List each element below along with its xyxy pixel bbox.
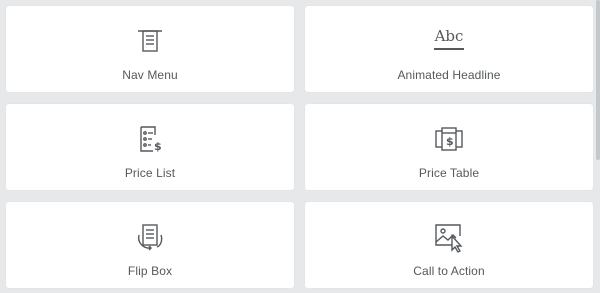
widget-label: Animated Headline [397,68,501,82]
price-table-icon: $ [433,123,465,155]
widgets-panel: Nav Menu Abc Animated Headline $ Price L… [0,0,600,293]
widget-call-to-action[interactable]: Call to Action [305,202,593,288]
nav-menu-icon [134,25,166,57]
widget-nav-menu[interactable]: Nav Menu [6,6,294,92]
widget-label: Price List [124,166,176,180]
animated-headline-icon: Abc [433,25,465,57]
call-to-action-icon [433,221,465,253]
price-list-icon: $ [134,123,166,155]
svg-text:$: $ [154,140,162,153]
flip-box-icon [134,221,166,253]
svg-text:$: $ [446,135,454,148]
widget-label: Nav Menu [122,68,178,82]
widget-flip-box[interactable]: Flip Box [6,202,294,288]
widget-price-table[interactable]: $ Price Table [305,104,593,190]
widget-label: Call to Action [413,264,485,278]
widget-price-list[interactable]: $ Price List [6,104,294,190]
widget-label: Flip Box [127,264,173,278]
widget-label: Price Table [418,166,480,180]
headline-glyph: Abc [434,27,464,46]
widget-animated-headline[interactable]: Abc Animated Headline [305,6,593,92]
scrollbar[interactable] [596,0,600,160]
